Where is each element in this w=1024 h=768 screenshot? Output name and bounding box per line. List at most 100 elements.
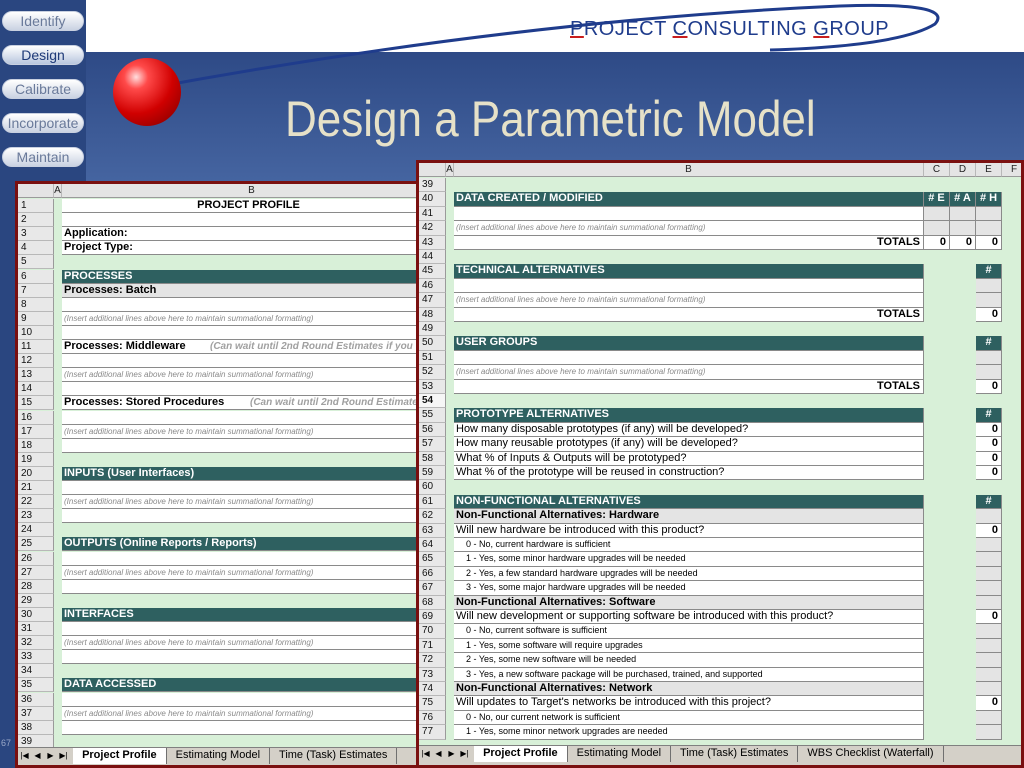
cell[interactable] <box>62 650 417 665</box>
cell[interactable] <box>950 221 976 236</box>
cell[interactable]: (Insert additional lines above here to m… <box>62 565 417 580</box>
tab-project-profile[interactable]: Project Profile <box>73 748 167 764</box>
nav-calibrate-button[interactable]: Calibrate <box>2 79 84 99</box>
row-header[interactable]: 24 <box>18 523 54 538</box>
cell[interactable]: DATA CREATED / MODIFIED <box>454 192 924 207</box>
cell[interactable]: 0 - No, our current network is sufficien… <box>454 710 924 726</box>
row-header[interactable]: 21 <box>18 481 54 496</box>
row-header[interactable]: 14 <box>18 382 54 397</box>
row-header[interactable]: 39 <box>419 178 446 193</box>
hash-header[interactable]: # <box>976 264 1002 279</box>
cell[interactable] <box>976 365 1002 380</box>
total-a-value[interactable]: 0 <box>950 235 976 250</box>
cell[interactable]: What % of Inputs & Outputs will be proto… <box>454 451 924 466</box>
cell[interactable] <box>62 481 417 496</box>
cell[interactable] <box>62 692 417 707</box>
row-header[interactable]: 17 <box>18 424 54 439</box>
cell[interactable]: TECHNICAL ALTERNATIVES <box>454 264 924 279</box>
cell[interactable]: Project Type: <box>62 241 417 256</box>
row-header[interactable]: 57 <box>419 437 446 452</box>
row-header[interactable]: 6 <box>18 269 54 284</box>
last-sheet-icon[interactable]: ▶| <box>57 749 70 763</box>
total-value[interactable]: 0 <box>976 307 1002 322</box>
row-header[interactable]: 67 <box>419 581 446 596</box>
row-header[interactable]: 32 <box>18 636 54 651</box>
cell[interactable] <box>976 293 1002 308</box>
row-header[interactable]: 44 <box>419 250 446 265</box>
cell[interactable] <box>976 278 1002 294</box>
row-header[interactable]: 31 <box>18 622 54 637</box>
row-header[interactable]: 18 <box>18 438 54 453</box>
row-header[interactable]: 9 <box>18 311 54 326</box>
column-header-e[interactable]: E <box>976 163 1002 177</box>
row-header[interactable]: 38 <box>18 720 54 735</box>
value-cell[interactable]: 0 <box>976 437 1002 452</box>
row-header[interactable]: 65 <box>419 552 446 567</box>
cell[interactable] <box>976 638 1002 654</box>
cell[interactable] <box>976 538 1002 553</box>
cell[interactable]: PROTOTYPE ALTERNATIVES <box>454 408 924 423</box>
column-header-b[interactable]: B <box>454 163 924 177</box>
cell[interactable]: (Insert additional lines above here to m… <box>454 365 924 380</box>
row-header[interactable]: 20 <box>18 466 54 481</box>
row-header[interactable]: 56 <box>419 422 446 438</box>
cell[interactable]: 2 - Yes, some new software will be neede… <box>454 653 924 668</box>
nav-maintain-button[interactable]: Maintain <box>2 147 84 167</box>
cell[interactable]: Non-Functional Alternatives: Network <box>454 682 924 697</box>
totals-label[interactable]: TOTALS <box>454 379 924 394</box>
cell[interactable] <box>924 206 950 222</box>
cell[interactable] <box>976 581 1002 596</box>
value-cell[interactable]: 0 <box>976 523 1002 538</box>
hash-h-header[interactable]: # H <box>976 192 1002 207</box>
cell[interactable]: Non-Functional Alternatives: Hardware <box>454 509 924 524</box>
row-header[interactable]: 22 <box>18 495 54 510</box>
row-header[interactable]: 77 <box>419 725 446 740</box>
cell[interactable] <box>62 509 417 524</box>
row-header[interactable]: 35 <box>18 678 54 693</box>
cell[interactable]: Will new hardware be introduced with thi… <box>454 523 924 538</box>
row-header[interactable]: 25 <box>18 537 54 552</box>
row-header[interactable]: 61 <box>419 494 446 510</box>
column-header-d[interactable]: D <box>950 163 976 177</box>
row-header[interactable]: 72 <box>419 653 446 668</box>
row-header[interactable]: 64 <box>419 538 446 553</box>
row-header[interactable]: 37 <box>18 706 54 721</box>
cell[interactable]: (Insert additional lines above here to m… <box>62 311 417 326</box>
hash-e-header[interactable]: # E <box>924 192 950 207</box>
cell[interactable] <box>976 667 1002 682</box>
row-header[interactable]: 26 <box>18 551 54 566</box>
row-header[interactable]: 51 <box>419 350 446 366</box>
row-header[interactable]: 36 <box>18 692 54 707</box>
row-header[interactable]: 27 <box>18 565 54 580</box>
tab-estimating-model[interactable]: Estimating Model <box>568 746 672 762</box>
row-header[interactable]: 19 <box>18 452 54 467</box>
row-header[interactable]: 60 <box>419 480 446 495</box>
value-cell[interactable]: 0 <box>976 451 1002 466</box>
totals-label[interactable]: TOTALS <box>454 235 924 250</box>
row-header[interactable]: 41 <box>419 206 446 222</box>
cell[interactable]: 1 - Yes, some software will require upgr… <box>454 638 924 654</box>
row-header[interactable]: 34 <box>18 664 54 679</box>
row-header[interactable]: 3 <box>18 227 54 242</box>
cell[interactable]: (Insert additional lines above here to m… <box>62 368 417 383</box>
column-header-b[interactable]: B <box>62 184 417 198</box>
row-header[interactable]: 33 <box>18 650 54 665</box>
tab-time-task-estimates[interactable]: Time (Task) Estimates <box>270 748 398 764</box>
cell[interactable]: How many reusable prototypes (if any) wi… <box>454 437 924 452</box>
cell[interactable] <box>62 720 417 735</box>
cell[interactable] <box>62 410 417 425</box>
cell[interactable]: (Insert additional lines above here to m… <box>62 495 417 510</box>
cell[interactable] <box>62 551 417 566</box>
cell[interactable]: INPUTS (User Interfaces) <box>62 466 417 481</box>
cell[interactable]: What % of the prototype will be reused i… <box>454 466 924 481</box>
row-header[interactable]: 8 <box>18 297 54 312</box>
row-header[interactable]: 47 <box>419 293 446 308</box>
column-header-a[interactable]: A <box>446 163 454 177</box>
row-header[interactable]: 30 <box>18 607 54 622</box>
hash-header[interactable]: # <box>976 336 1002 351</box>
column-header-a[interactable]: A <box>54 184 62 198</box>
first-sheet-icon[interactable]: |◀ <box>419 747 432 761</box>
row-header[interactable]: 10 <box>18 325 54 340</box>
cell[interactable]: Will new development or supporting softw… <box>454 610 924 625</box>
cell[interactable]: PROJECT PROFILE <box>62 199 417 214</box>
